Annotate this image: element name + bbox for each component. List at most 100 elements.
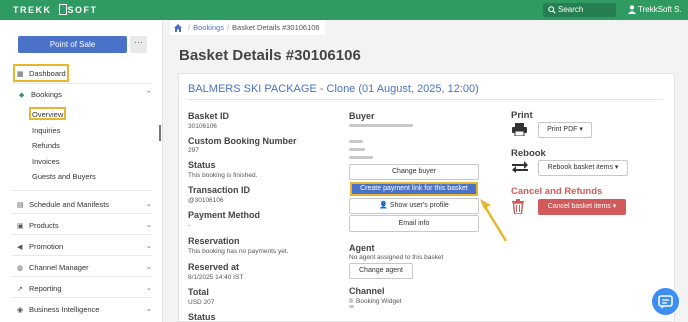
buyer-name-redacted [349,140,363,143]
basket-id-value: 30106106 [188,123,217,130]
chevron-up-icon[interactable]: ⌃ [146,90,152,98]
divider [12,297,152,298]
channel-detail-redacted [349,305,354,308]
transaction-id-value: @30106106 [188,197,224,204]
basket-id-label: Basket ID [188,111,230,121]
divider [12,234,152,235]
sidebar-item-products[interactable]: ▣ Products [17,221,59,230]
divider [12,190,152,191]
payment-method-label: Payment Method [188,210,261,220]
user-name: TrekkSoft S. [638,5,682,14]
status-value: This booking is finished. [188,172,258,179]
bulb-icon: ◉ [17,307,24,314]
caret-down-icon: ▾ [614,164,619,171]
reservation-value: This booking has no payments yet. [188,248,289,255]
print-label: Print [511,110,533,121]
search-label: Search [558,5,584,14]
sidebar-subitem-refunds[interactable]: Refunds [32,141,60,150]
search-input[interactable]: Search [543,3,616,17]
divider [12,213,152,214]
chevron-down-icon[interactable]: ⌄ [146,263,152,271]
chat-button[interactable] [652,288,679,315]
sidebar-item-business-intelligence[interactable]: ◉ Business Intelligence [17,305,99,314]
print-pdf-button[interactable]: Print PDF ▾ [538,122,592,138]
page-title: Basket Details #30106106 [179,47,361,64]
buyer-phone-redacted [349,156,373,159]
buyer-detail-redacted [349,148,365,151]
chart-icon: ↗ [17,286,23,293]
buyer-email-redacted [349,124,413,127]
more-options-button[interactable]: ··· [130,36,147,53]
divider [12,255,152,256]
divider [12,83,152,84]
chevron-down-icon[interactable]: ⌄ [146,305,152,313]
globe-icon: ◍ [17,265,24,272]
change-agent-button[interactable]: Change agent [349,263,413,279]
divider [188,99,663,100]
channel-value: Booking Widget [356,298,402,305]
sidebar-subitem-inquiries[interactable]: Inquiries [32,126,60,135]
package-title: BALMERS SKI PACKAGE - Clone (01 August, … [188,83,479,95]
logo-mark [59,4,67,15]
agent-value: No agent assigned to this basket [349,254,444,261]
chevron-down-icon[interactable]: ⌄ [146,221,152,229]
printer-icon [512,123,527,136]
point-of-sale-button[interactable]: Point of Sale [18,36,127,53]
create-payment-link-button[interactable]: Create payment link for this basket [350,182,478,196]
transaction-id-label: Transaction ID [188,185,251,195]
chevron-down-icon[interactable]: ⌄ [146,242,152,250]
trash-icon [512,199,524,214]
sidebar-scrollbar[interactable] [159,125,161,141]
swap-arrows-icon [512,161,528,173]
breadcrumb-bookings-link[interactable]: Bookings [193,23,224,32]
tag-icon: ◆ [19,92,25,99]
chevron-down-icon[interactable]: ⌄ [146,284,152,292]
sidebar-item-channel-manager[interactable]: ◍ Channel Manager [17,263,89,272]
reserved-at-value: 8/1/2025 14:40 IST [188,274,244,281]
status-label: Status [188,160,216,170]
top-bar: TREKK SOFT Search TrekkSoft S. [0,0,688,20]
show-user-profile-button[interactable]: 👤 Show user's profile [349,198,479,214]
sidebar-subitem-invoices[interactable]: Invoices [32,157,60,166]
megaphone-icon: ◀ [17,244,23,251]
custom-booking-label: Custom Booking Number [188,136,297,146]
box-icon: ▣ [17,223,24,230]
sidebar-item-schedule[interactable]: ▤ Schedule and Manifests [17,200,109,209]
cancel-refunds-label: Cancel and Refunds [511,186,603,197]
channel-icon [349,298,353,303]
custom-booking-value: 297 [188,147,199,154]
calendar-icon: ▤ [17,202,24,209]
sidebar-subitem-guests-buyers[interactable]: Guests and Buyers [32,172,96,181]
reservation-label: Reservation [188,236,240,246]
payment-method-value: - [188,222,191,229]
rebook-label: Rebook [511,148,546,159]
overview-highlight [29,107,66,120]
chat-icon [658,295,673,309]
channel-label: Channel [349,286,385,296]
breadcrumb: / Bookings / Basket Details #30106106 [170,21,325,35]
sidebar-item-bookings[interactable]: ◆ Bookings [19,90,62,99]
chevron-down-icon[interactable]: ⌄ [146,200,152,208]
sidebar-item-reporting[interactable]: ↗ Reporting [17,284,62,293]
change-buyer-button[interactable]: Change buyer [349,164,479,180]
logo[interactable]: TREKK SOFT [13,5,98,15]
user-icon: 👤 [379,202,390,209]
total-label: Total [188,287,209,297]
user-icon [628,5,636,14]
divider [12,276,152,277]
caret-down-icon: ▾ [612,203,617,210]
agent-label: Agent [349,243,375,253]
home-icon[interactable] [174,24,182,32]
status-label-2: Status [188,312,216,322]
rebook-basket-items-button[interactable]: Rebook basket items ▾ [538,160,628,176]
sidebar-item-promotion[interactable]: ◀ Promotion [17,242,63,251]
search-icon [548,6,556,14]
caret-down-icon: ▾ [579,126,583,133]
total-value: USD 207 [188,299,215,306]
reserved-at-label: Reserved at [188,262,240,272]
email-info-button[interactable]: Email info [349,215,479,232]
cancel-basket-items-button[interactable]: Cancel basket items ▾ [538,199,626,215]
breadcrumb-current: Basket Details #30106106 [232,23,320,32]
bookings-highlight [13,64,69,82]
user-menu[interactable]: TrekkSoft S. [628,5,682,14]
